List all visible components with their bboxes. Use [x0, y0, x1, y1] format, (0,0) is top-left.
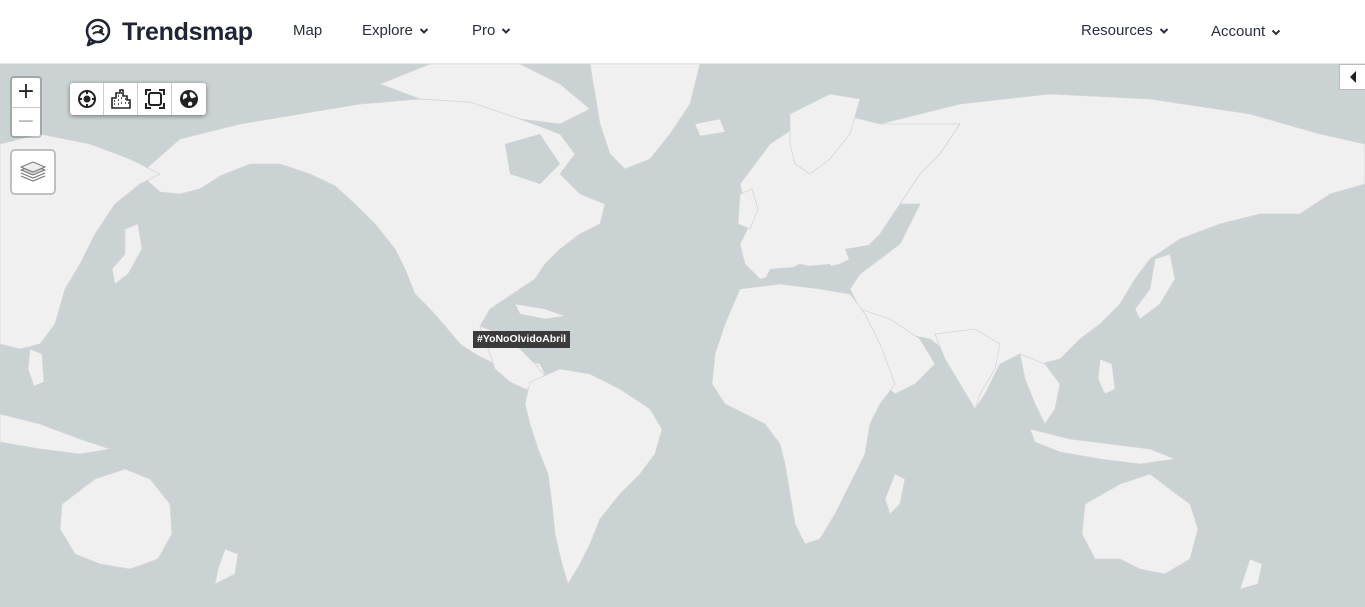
nav-resources-label: Resources: [1081, 22, 1153, 39]
chevron-down-icon: [502, 27, 511, 34]
caret-left-icon: [1349, 71, 1356, 83]
locate-button[interactable]: [70, 83, 104, 115]
nav-resources[interactable]: Resources: [1081, 22, 1169, 39]
zoom-out-button[interactable]: −: [12, 107, 40, 136]
side-panel-toggle[interactable]: [1339, 64, 1365, 90]
nav-pro-label: Pro: [472, 22, 496, 39]
nav-explore[interactable]: Explore: [362, 22, 429, 39]
globe-button[interactable]: [172, 83, 206, 115]
top-navigation-bar: Trendsmap Map Explore Pro Resources Acco…: [0, 0, 1365, 64]
zoom-control: + −: [10, 76, 42, 138]
nav-map-label: Map: [293, 22, 323, 39]
fullscreen-button[interactable]: [138, 83, 172, 115]
trend-tag-label[interactable]: #YoNoOlvidoAbril: [473, 331, 571, 348]
layers-icon: [19, 161, 47, 182]
world-map[interactable]: [0, 64, 1365, 607]
locate-icon: [77, 90, 96, 108]
nav-account-label: Account: [1211, 23, 1266, 40]
fullscreen-icon: [144, 89, 165, 109]
zoom-in-button[interactable]: +: [12, 78, 40, 107]
chevron-down-icon: [1159, 27, 1168, 34]
nav-explore-label: Explore: [362, 22, 413, 39]
city-icon: [110, 89, 131, 109]
brand-logo[interactable]: Trendsmap: [84, 16, 253, 48]
chevron-down-icon: [1271, 29, 1281, 35]
layers-button[interactable]: [10, 149, 56, 195]
map-toolbar: [70, 83, 206, 115]
brand-name: Trendsmap: [122, 17, 253, 46]
nav-account[interactable]: Account: [1211, 23, 1281, 40]
cities-button[interactable]: [104, 83, 138, 115]
chevron-down-icon: [419, 27, 429, 34]
nav-map[interactable]: Map: [293, 22, 322, 39]
nav-pro[interactable]: Pro: [472, 22, 511, 39]
globe-icon: [180, 90, 198, 108]
world-map-tiles: [0, 64, 1365, 607]
trendsmap-logo-icon: [85, 18, 111, 47]
